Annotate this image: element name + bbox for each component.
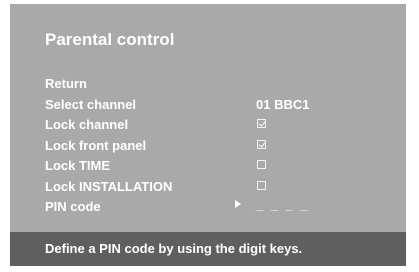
menu-item-lock-channel[interactable]: Lock channel — [45, 115, 385, 136]
checkbox-icon[interactable] — [257, 160, 266, 169]
menu-item-label: Lock INSTALLATION — [45, 178, 173, 194]
checkbox-icon[interactable] — [257, 119, 266, 128]
menu-item-pin-code[interactable]: PIN code _ _ _ _ — [45, 197, 385, 218]
play-arrow-icon — [235, 200, 241, 208]
menu-item-label: Lock TIME — [45, 158, 111, 173]
hint-bar: Define a PIN code by using the digit key… — [10, 232, 406, 266]
menu-item-label: Return — [45, 76, 87, 91]
parental-control-menu: Return Select channel 01 BBC1 Lock chann… — [45, 74, 385, 218]
menu-item-return[interactable]: Return — [45, 74, 385, 95]
pin-code-field[interactable]: _ _ _ _ — [256, 197, 310, 212]
parental-control-screen: Parental control Return Select channel 0… — [10, 4, 406, 266]
menu-item-label: Lock channel — [45, 117, 129, 132]
menu-item-lock-installation[interactable]: Lock INSTALLATION — [45, 177, 385, 198]
page-title: Parental control — [45, 30, 175, 49]
checkbox-icon[interactable] — [257, 180, 266, 190]
menu-item-label: Select channel — [45, 96, 137, 112]
menu-item-label: PIN code — [45, 199, 101, 214]
menu-item-lock-time[interactable]: Lock TIME — [45, 156, 385, 177]
menu-item-select-channel[interactable]: Select channel 01 BBC1 — [45, 95, 385, 116]
selected-channel-value: 01 BBC1 — [256, 96, 310, 112]
checkbox-icon[interactable] — [257, 139, 266, 149]
hint-text: Define a PIN code by using the digit key… — [45, 241, 303, 256]
menu-item-lock-front-panel[interactable]: Lock front panel — [45, 136, 385, 157]
menu-item-label: Lock front panel — [45, 137, 147, 153]
